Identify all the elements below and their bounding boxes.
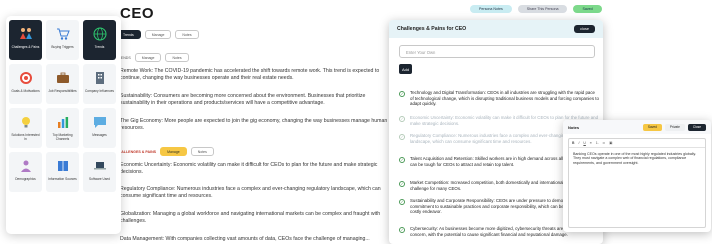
persona-notes-button[interactable]: Persona Notes [470, 5, 512, 13]
share-persona-button[interactable]: Share This Persona [517, 5, 568, 13]
tile-label: Messages [92, 133, 107, 137]
check-icon[interactable]: ✓ [399, 91, 405, 97]
notes-actions: Saved Private Close [642, 123, 706, 131]
italic-icon[interactable]: I [578, 141, 579, 145]
tile-label: Information Sources [48, 177, 77, 181]
cart-icon [56, 28, 70, 40]
tile-challenges[interactable]: Challenges & Pains [9, 20, 42, 60]
trends-manage-chip[interactable]: Manage [134, 53, 162, 62]
notes-editor[interactable]: B I U ≡ 1. ∞ ▣ Banking CEOs operate in o… [568, 138, 706, 228]
tile-goals[interactable]: Goals & Motivations [9, 64, 42, 104]
numbered-list-icon[interactable]: 1. [596, 141, 599, 145]
tile-information-sources[interactable]: Information Sources [46, 152, 79, 192]
challenges-label: CHALLENGES & PAINS [116, 149, 157, 154]
check-icon[interactable]: ✓ [399, 157, 405, 163]
regulatory-compliance-paragraph: Regulatory Compliance: Numerous industri… [120, 186, 381, 199]
tile-label: Challenges & Pains [11, 45, 40, 49]
challenges-notes-chip[interactable]: Notes [190, 147, 214, 156]
notes-panel: Notes Saved Private Close B I U ≡ 1. ∞ ▣… [563, 120, 711, 232]
image-icon[interactable]: ▣ [609, 141, 612, 145]
notes-title: Notes [568, 124, 580, 130]
people-icon [19, 28, 32, 39]
briefcase-icon [56, 72, 69, 83]
globalization-paragraph: Globalization: Managing a global workfor… [120, 211, 381, 224]
tile-messages[interactable]: Messages [83, 108, 116, 148]
notes-saved-button[interactable]: Saved [642, 123, 662, 131]
check-icon[interactable]: ✓ [399, 181, 405, 187]
globe-icon [93, 27, 106, 41]
trends-header: TRENDS Manage Notes [116, 53, 189, 62]
notes-close-button[interactable]: Close [687, 123, 706, 131]
check-icon[interactable]: ✓ [399, 227, 405, 233]
underline-icon[interactable]: U [583, 141, 585, 145]
check-icon[interactable]: ✓ [399, 199, 405, 205]
dialog-title: Challenges & Pains for CEO [397, 26, 467, 32]
data-management-paragraph: Data Management: With companies collecti… [120, 236, 370, 242]
tile-software-used[interactable]: Software Used [83, 152, 116, 192]
tile-trends[interactable]: Trends [83, 20, 116, 60]
tile-label: Demographics [15, 177, 36, 181]
economic-uncertainty-paragraph: Economic Uncertainty: Economic volatilit… [120, 162, 378, 175]
sustainability-paragraph: Sustainability: Consumers are becoming m… [120, 93, 366, 106]
section-toolbar: Trends Manage Notes [116, 30, 199, 39]
tile-demographics[interactable]: Demographics [9, 152, 42, 192]
person-icon [20, 160, 31, 172]
check-icon[interactable]: ✓ [399, 134, 405, 140]
remote-work-paragraph: Remote Work: The COVID-19 pandemic has a… [120, 68, 380, 81]
challenges-header: CHALLENGES & PAINS Manage Notes [116, 147, 214, 156]
tile-solutions[interactable]: Solutions Interested In [9, 108, 42, 148]
trends-notes-chip[interactable]: Notes [165, 53, 189, 62]
gig-economy-paragraph: The Gig Economy: More people are expecte… [120, 118, 388, 131]
laptop-icon [93, 162, 106, 170]
building-icon [95, 72, 104, 84]
notes-text: Banking CEOs operate in one of the most … [573, 152, 696, 165]
link-icon[interactable]: ∞ [603, 141, 605, 145]
saved-button[interactable]: Saved [573, 5, 602, 13]
page-title: CEO [120, 5, 155, 22]
own-challenge-input[interactable]: Enter Your Own [399, 45, 595, 58]
notes-chip[interactable]: Notes [175, 30, 199, 39]
tile-label: Company Influences [84, 89, 115, 93]
list-icon[interactable]: ≡ [590, 141, 592, 145]
notes-private-button[interactable]: Private [664, 123, 685, 131]
tile-label: Trends [94, 45, 105, 49]
tile-company-influences[interactable]: Company Influences [83, 64, 116, 104]
tile-label: Software Used [89, 177, 110, 181]
tile-label: Job Responsibilities [48, 89, 77, 93]
book-icon [57, 161, 68, 171]
dialog-header: Challenges & Pains for CEO close [389, 20, 603, 38]
add-button[interactable]: Add [399, 64, 412, 74]
lightbulb-icon [21, 117, 30, 128]
challenge-item[interactable]: ✓ Technology and Digital Transformation:… [399, 90, 599, 107]
challenges-manage-chip[interactable]: Manage [160, 147, 187, 156]
tile-marketing-channels[interactable]: Top Marketing Channels [46, 108, 79, 148]
formatting-toolbar: B I U ≡ 1. ∞ ▣ [569, 139, 705, 148]
tile-buying-triggers[interactable]: Buying Triggers [46, 20, 79, 60]
bold-icon[interactable]: B [572, 141, 574, 145]
tile-label: Solutions Interested In [11, 133, 40, 141]
manage-chip[interactable]: Manage [144, 30, 172, 39]
persona-sections-panel: Challenges & Pains Buying Triggers Trend… [6, 16, 121, 234]
notes-header: Notes Saved Private Close [563, 120, 711, 134]
close-button[interactable]: close [574, 25, 595, 33]
message-icon [93, 117, 106, 128]
tile-job-responsibilities[interactable]: Job Responsibilities [46, 64, 79, 104]
tile-label: Goals & Motivations [11, 89, 40, 93]
check-icon[interactable]: ✓ [399, 116, 405, 122]
top-actions: Persona Notes Share This Persona Saved [470, 5, 602, 13]
chart-icon [57, 117, 68, 128]
tile-label: Top Marketing Channels [52, 133, 73, 141]
tile-label: Buying Triggers [51, 45, 74, 49]
target-icon [19, 72, 32, 84]
